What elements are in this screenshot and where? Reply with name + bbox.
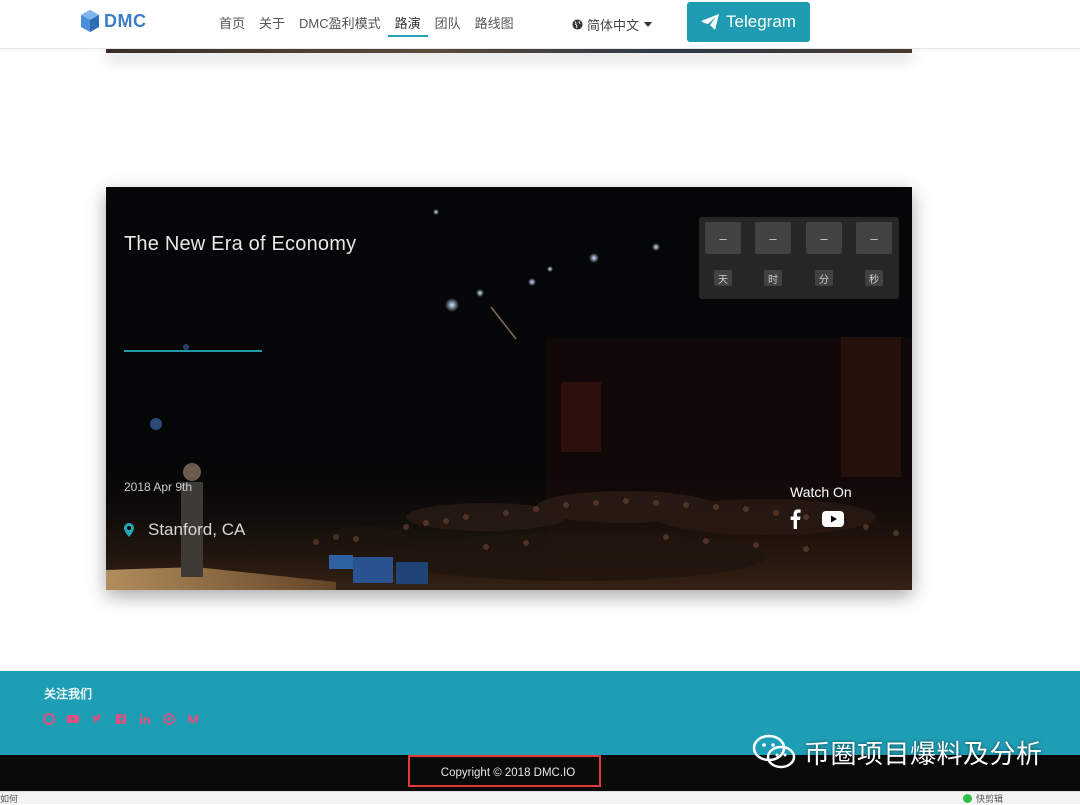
logo-text: DMC — [104, 10, 147, 31]
medium-icon[interactable] — [187, 713, 199, 725]
event-date: 2018 Apr 9th — [124, 480, 193, 494]
follow-us-title: 关注我们 — [44, 687, 93, 701]
countdown-seconds-value: – — [856, 222, 892, 254]
youtube-icon[interactable] — [822, 511, 844, 527]
map-pin-icon — [124, 523, 134, 537]
nav-home[interactable]: 首页 — [212, 0, 252, 35]
title-accent-line — [124, 350, 262, 352]
github-icon[interactable] — [163, 713, 175, 725]
nav-profit-model[interactable]: DMC盈利模式 — [292, 0, 388, 35]
social-links — [43, 713, 199, 725]
nav-roadmap[interactable]: 路线图 — [468, 0, 521, 35]
watermark-text: 币圈项目爆料及分析 — [804, 738, 1043, 769]
wechat-icon — [752, 734, 796, 769]
status-bar: 如何 快剪辑 — [0, 791, 1080, 804]
language-selector[interactable]: 简体中文 — [572, 15, 653, 34]
copyright-text: Copyright © 2018 DMC.IO — [440, 767, 576, 779]
caret-down-icon — [644, 22, 653, 27]
event-title: The New Era of Economy — [124, 233, 357, 255]
logo[interactable]: DMC — [80, 9, 147, 33]
countdown-timer: – – – – 天 时 分 秒 — [699, 217, 899, 299]
roadshow-event-card: The New Era of Economy 2018 Apr 9th Stan… — [106, 187, 912, 590]
nav-team[interactable]: 团队 — [428, 0, 468, 35]
location-text: Stanford, CA — [148, 520, 246, 539]
status-right: 快剪辑 — [963, 792, 1003, 805]
dmc-logo-icon — [81, 10, 99, 32]
countdown-minutes-value: – — [806, 222, 842, 254]
nav-about[interactable]: 关于 — [252, 0, 292, 35]
countdown-hours-label: 时 — [764, 270, 782, 286]
twitter-icon[interactable] — [91, 713, 103, 725]
watch-on-label: Watch On — [790, 484, 852, 500]
nav-roadshow[interactable]: 路演 — [387, 0, 428, 37]
telegram-label: Telegram — [726, 12, 796, 31]
countdown-hours-value: – — [755, 222, 791, 254]
top-navbar: DMC 首页 关于 DMC盈利模式 路演 团队 路线图 简体中文 Telegra… — [0, 0, 1080, 49]
status-indicator-icon — [963, 794, 972, 803]
countdown-days-label: 天 — [714, 270, 732, 286]
weibo-icon[interactable] — [43, 713, 55, 725]
linkedin-icon[interactable] — [139, 713, 151, 725]
main-nav: 首页 关于 DMC盈利模式 路演 团队 路线图 — [212, 0, 521, 48]
language-label: 简体中文 — [587, 18, 640, 33]
facebook-icon[interactable] — [115, 713, 127, 725]
paper-plane-icon — [701, 14, 720, 30]
countdown-seconds-label: 秒 — [865, 270, 883, 286]
status-right-text: 快剪辑 — [976, 794, 1004, 804]
telegram-button[interactable]: Telegram — [687, 2, 810, 42]
wechat-watermark: 币圈项目爆料及分析 — [752, 733, 1043, 771]
status-left-text: 如何 — [0, 794, 19, 804]
countdown-days-value: – — [705, 222, 741, 254]
youtube-icon[interactable] — [67, 713, 79, 725]
globe-icon — [572, 19, 583, 30]
countdown-minutes-label: 分 — [815, 270, 833, 286]
event-location: Stanford, CA — [124, 520, 245, 540]
facebook-icon[interactable] — [789, 509, 801, 529]
